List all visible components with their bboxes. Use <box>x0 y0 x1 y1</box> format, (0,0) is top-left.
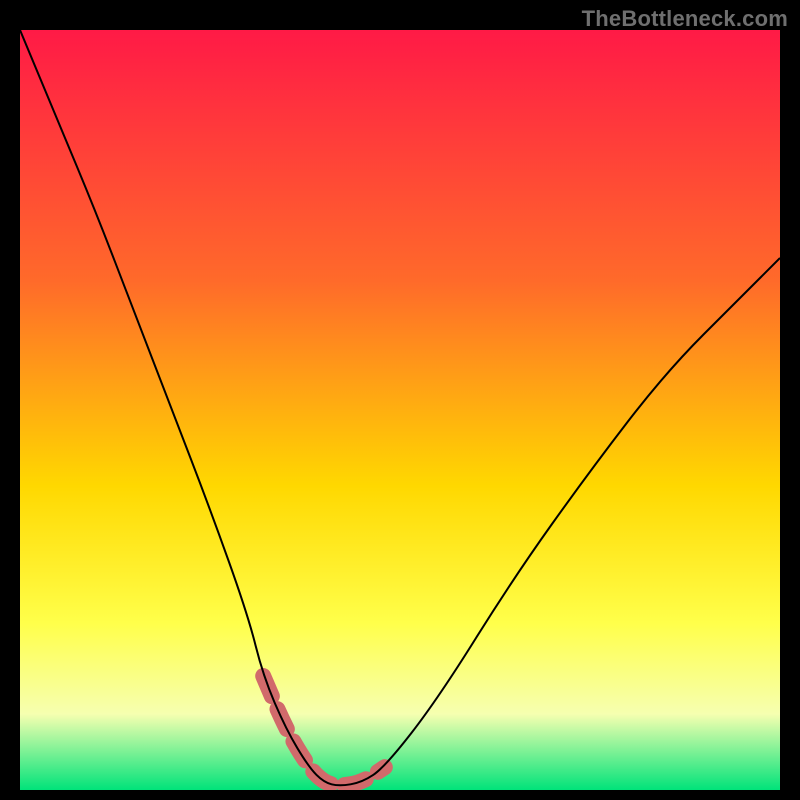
chart-stage: TheBottleneck.com <box>0 0 800 800</box>
gradient-background <box>20 30 780 790</box>
chart-svg <box>0 0 800 800</box>
watermark-label: TheBottleneck.com <box>582 6 788 32</box>
